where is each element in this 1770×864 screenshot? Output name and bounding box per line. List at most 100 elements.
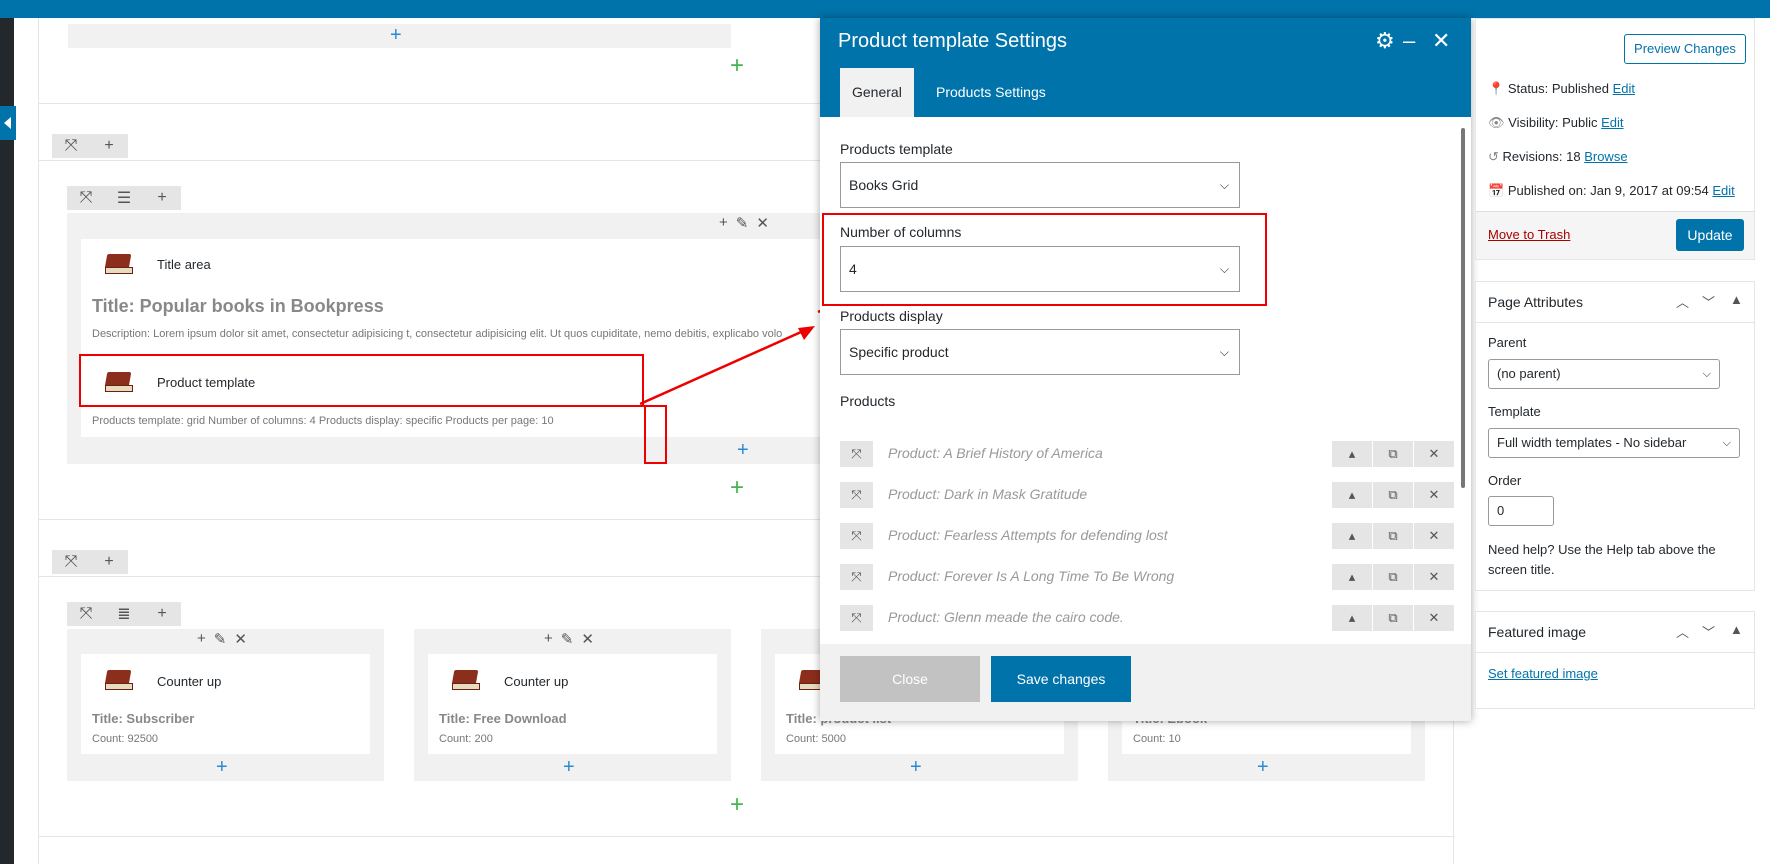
remove-icon[interactable]: ✕	[1414, 441, 1454, 467]
move-up-icon[interactable]: ▴	[1332, 605, 1372, 631]
drag-handle-icon[interactable]: ⤧	[840, 564, 873, 590]
panel-heading: Featured image	[1488, 624, 1587, 640]
delete-icon[interactable]: ✕	[756, 214, 769, 232]
add-element-icon[interactable]: +	[737, 440, 749, 460]
chevron-up-icon[interactable]: ︿	[1676, 622, 1689, 641]
parent-select[interactable]: (no parent) ⌵	[1488, 359, 1720, 389]
add-icon[interactable]: +	[197, 630, 206, 648]
add-row-icon[interactable]: +	[730, 793, 744, 817]
edit-pencil-icon[interactable]: ✎	[561, 630, 574, 648]
column-tools: + ✎ ✕	[544, 630, 594, 648]
column-tools: + ✎ ✕	[719, 214, 769, 232]
product-name: Product: Dark in Mask Gratitude	[888, 486, 1088, 502]
revisions-browse-link[interactable]: Browse	[1584, 149, 1627, 164]
move-up-icon[interactable]: ▴	[1332, 523, 1372, 549]
duplicate-icon[interactable]: ⧉	[1373, 482, 1413, 508]
chevron-down-icon[interactable]: ﹀	[1702, 292, 1715, 311]
counter-title: Title: Free Download	[439, 711, 567, 726]
collapse-arrow-icon[interactable]	[0, 106, 16, 140]
move-up-icon[interactable]: ▴	[1332, 482, 1372, 508]
duplicate-icon[interactable]: ⧉	[1373, 605, 1413, 631]
add-icon[interactable]: +	[544, 630, 553, 648]
drag-handle-icon[interactable]: ⤧	[840, 523, 873, 549]
status-edit-link[interactable]: Edit	[1613, 81, 1635, 96]
toggle-panel-icon[interactable]: ▲	[1730, 622, 1743, 637]
move-to-trash-link[interactable]: Move to Trash	[1488, 227, 1570, 242]
add-element-icon[interactable]: +	[216, 757, 228, 777]
layout-icon[interactable]: ☰	[105, 186, 143, 210]
row-controls: ⤧ ≣ +	[67, 602, 181, 626]
add-row-icon[interactable]: +	[730, 54, 744, 78]
counter-count: Count: 5000	[786, 733, 846, 745]
add-element-icon[interactable]: +	[910, 757, 922, 777]
remove-icon[interactable]: ✕	[1414, 564, 1454, 590]
delete-icon[interactable]: ✕	[234, 630, 247, 648]
preview-changes-button[interactable]: Preview Changes	[1624, 34, 1746, 64]
visibility-edit-link[interactable]: Edit	[1601, 115, 1623, 130]
add-icon[interactable]: +	[90, 550, 128, 574]
products-template-select[interactable]: Books Grid ⌵	[840, 162, 1240, 208]
products-display-select[interactable]: Specific product ⌵	[840, 329, 1240, 375]
add-icon[interactable]: +	[719, 214, 728, 232]
product-row: ⤧ Product: Fearless Attempts for defendi…	[840, 523, 1454, 549]
duplicate-icon[interactable]: ⧉	[1373, 523, 1413, 549]
help-text: Need help? Use the Help tab above the sc…	[1488, 542, 1716, 577]
template-select[interactable]: Full width templates - No sidebar ⌵	[1488, 428, 1740, 458]
add-element-icon[interactable]: +	[563, 757, 575, 777]
layout-icon[interactable]: ≣	[105, 602, 143, 626]
add-icon[interactable]: +	[143, 602, 181, 626]
counter-count: Count: 10	[1133, 733, 1181, 745]
date-edit-link[interactable]: Edit	[1712, 183, 1734, 198]
chevron-down-icon[interactable]: ﹀	[1702, 622, 1715, 641]
move-icon[interactable]: ⤧	[52, 134, 90, 158]
element-label: Counter up	[157, 674, 222, 689]
set-featured-image-link[interactable]: Set featured image	[1488, 666, 1598, 681]
add-icon[interactable]: +	[90, 134, 128, 158]
remove-icon[interactable]: ✕	[1414, 605, 1454, 631]
add-element-icon[interactable]: +	[390, 25, 402, 45]
columns-select[interactable]: 4 ⌵	[840, 246, 1240, 292]
panel-heading: Page Attributes	[1488, 294, 1583, 310]
remove-icon[interactable]: ✕	[1414, 482, 1454, 508]
product-row: ⤧ Product: A Brief History of America ▴ …	[840, 441, 1454, 467]
remove-icon[interactable]: ✕	[1414, 523, 1454, 549]
duplicate-icon[interactable]: ⧉	[1373, 441, 1413, 467]
product-name: Product: Fearless Attempts for defending…	[888, 527, 1168, 543]
add-row-icon[interactable]: +	[730, 476, 744, 500]
move-up-icon[interactable]: ▴	[1332, 564, 1372, 590]
duplicate-icon[interactable]: ⧉	[1373, 564, 1413, 590]
modal-scrollbar[interactable]	[1461, 128, 1465, 488]
chevron-up-icon[interactable]: ︿	[1676, 292, 1689, 311]
gear-icon[interactable]: ⚙	[1375, 28, 1395, 54]
save-changes-button[interactable]: Save changes	[991, 656, 1131, 702]
calendar-icon: 📅	[1488, 183, 1505, 198]
order-input[interactable]: 0	[1488, 496, 1554, 526]
drag-handle-icon[interactable]: ⤧	[840, 605, 873, 631]
minimize-icon[interactable]: –	[1403, 28, 1415, 54]
edit-pencil-icon[interactable]: ✎	[214, 630, 227, 648]
update-button[interactable]: Update	[1676, 219, 1744, 251]
move-icon[interactable]: ⤧	[67, 602, 105, 626]
close-icon[interactable]: ✕	[1432, 28, 1450, 54]
close-button[interactable]: Close	[840, 656, 980, 702]
tab-general[interactable]: General	[840, 68, 914, 117]
edit-pencil-icon[interactable]: ✎	[736, 214, 749, 232]
move-icon[interactable]: ⤧	[67, 186, 105, 210]
move-icon[interactable]: ⤧	[52, 550, 90, 574]
modal-title: Product template Settings	[838, 30, 1068, 52]
delete-icon[interactable]: ✕	[581, 630, 594, 648]
move-up-icon[interactable]: ▴	[1332, 441, 1372, 467]
drag-handle-icon[interactable]: ⤧	[840, 482, 873, 508]
element-label: Counter up	[504, 674, 569, 689]
tab-products-settings[interactable]: Products Settings	[924, 68, 1058, 117]
chevron-down-icon: ⌵	[1219, 262, 1229, 276]
columns-label: Number of columns	[840, 224, 962, 240]
counter-count: Count: 200	[439, 733, 493, 745]
products-list: ⤧ Product: A Brief History of America ▴ …	[820, 418, 1461, 640]
add-icon[interactable]: +	[143, 186, 181, 210]
drag-handle-icon[interactable]: ⤧	[840, 441, 873, 467]
toggle-panel-icon[interactable]: ▲	[1730, 292, 1743, 307]
settings-modal: Product template Settings ⚙ – ✕ General …	[820, 18, 1471, 721]
add-element-icon[interactable]: +	[1257, 757, 1269, 777]
products-template-label: Products template	[840, 141, 953, 157]
